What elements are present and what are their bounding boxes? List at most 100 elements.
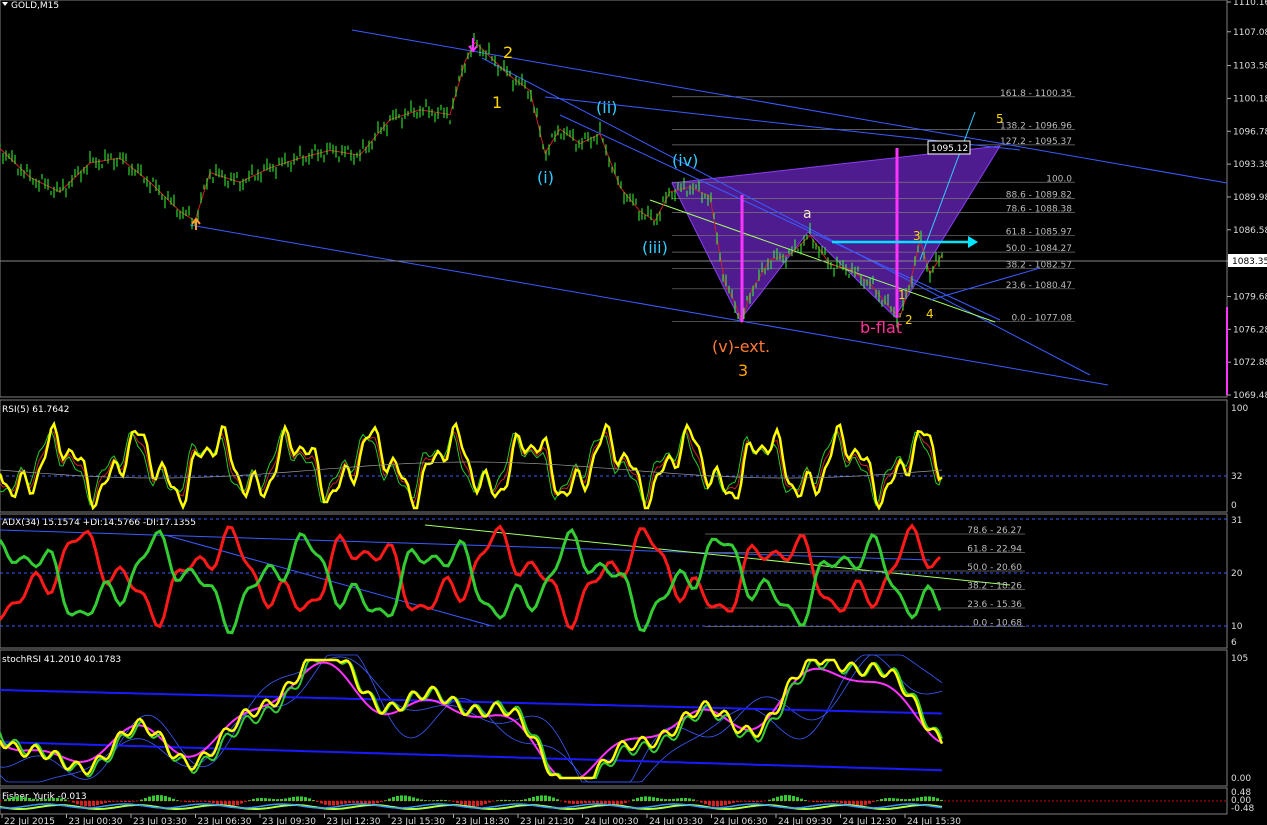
fisher-bar <box>780 795 783 801</box>
fisher-bar <box>544 795 547 801</box>
fisher-bar <box>664 799 667 801</box>
adx-tick-6: 6 <box>1231 638 1237 648</box>
fisher-bar <box>772 798 775 801</box>
fisher-bar <box>752 801 755 803</box>
price-tick-label: 1079.68 <box>1233 292 1267 302</box>
adx-fib-label: 38.2 - 18.26 <box>967 582 1022 592</box>
fisher-bar <box>672 798 675 801</box>
fisher-bar <box>836 801 839 803</box>
current-price-text: 1083.35 <box>1232 257 1267 267</box>
fisher-bar <box>516 800 519 801</box>
fisher-bar <box>788 795 791 801</box>
fisher-bar <box>312 800 315 801</box>
fisher-bar <box>252 798 255 801</box>
fisher-bar <box>8 797 11 801</box>
fisher-bar <box>236 801 239 806</box>
fisher-bar <box>816 801 819 803</box>
fisher-bar <box>720 801 723 807</box>
fisher-bar <box>576 801 579 804</box>
time-tick-label: 24 Jul 12:30 <box>843 817 897 825</box>
fisher-bar <box>708 801 711 806</box>
fisher-bar <box>336 801 339 806</box>
fisher-bar <box>936 798 939 801</box>
time-tick-label: 23 Jul 09:30 <box>262 817 316 825</box>
fisher-bar <box>704 801 707 805</box>
fisher-bar <box>476 801 479 807</box>
fisher-bar <box>324 801 327 805</box>
fisher-bar <box>140 799 143 801</box>
fisher-bar <box>436 799 439 801</box>
time-tick-label: 23 Jul 12:30 <box>327 817 381 825</box>
fisher-bar <box>416 798 419 801</box>
fisher-bar <box>820 801 823 803</box>
fisher-bar <box>192 801 195 803</box>
fisher-bar <box>640 796 643 801</box>
fisher-bar <box>112 801 115 802</box>
price-tick-label: 1072.88 <box>1233 358 1267 368</box>
fisher-bar <box>12 796 15 801</box>
fisher-bar <box>408 796 411 801</box>
fisher-bar <box>916 797 919 801</box>
fisher-bar <box>24 797 27 801</box>
fisher-bar <box>444 799 447 801</box>
price-tick-label: 1086.58 <box>1233 226 1267 236</box>
fisher-bar <box>268 798 271 801</box>
fisher-bar <box>460 801 463 805</box>
price-tick-label: 1096.78 <box>1233 127 1267 137</box>
fisher-bar <box>532 796 535 801</box>
symbol-title: GOLD,M15 <box>11 1 59 11</box>
fisher-bar <box>512 800 515 801</box>
time-tick-label: 23 Jul 06:30 <box>198 817 252 825</box>
fisher-bar <box>172 798 175 801</box>
fisher-bar <box>620 801 623 805</box>
fisher-bar <box>868 801 871 804</box>
fisher-bar <box>356 801 359 803</box>
fisher-bar <box>376 801 379 804</box>
time-tick-label: 24 Jul 06:30 <box>714 817 768 825</box>
fisher-bar <box>204 801 207 802</box>
fisher-bar <box>776 796 779 801</box>
fisher-bar <box>60 798 63 801</box>
fisher-bar <box>128 801 131 803</box>
wave-label-i: (i) <box>537 168 554 187</box>
sub-wave-4: 4 <box>926 307 934 321</box>
fisher-bar <box>72 801 75 803</box>
fisher-bar <box>572 801 575 805</box>
price-axis: 1110.16 1107.08 1103.58 1100.18 1096.78 1093.… <box>1227 0 1267 401</box>
wave-label-iii: (iii) <box>642 238 668 257</box>
time-tick-label: 23 Jul 03:30 <box>133 817 187 825</box>
wave-label-iv: (iv) <box>672 151 698 170</box>
fisher-bar <box>756 801 759 803</box>
fisher-bar <box>932 797 935 801</box>
time-tick-label: 24 Jul 00:30 <box>585 817 639 825</box>
fisher-bar <box>728 801 731 805</box>
sub-wave-2: 2 <box>905 313 913 327</box>
fisher-bar <box>28 798 31 801</box>
fisher-bar <box>80 801 83 806</box>
fisher-bar <box>132 801 135 802</box>
fisher-bar <box>432 800 435 801</box>
fisher-bar <box>732 801 735 803</box>
fisher-bar <box>748 801 751 802</box>
fisher-bar <box>828 801 831 802</box>
stoch-title: stochRSI 41.2010 40.1783 <box>2 655 121 665</box>
fisher-bar <box>388 798 391 801</box>
fib-level-label: 50.0 - 1084.27 <box>1006 244 1072 254</box>
title-row: GOLD,M15 <box>2 1 59 11</box>
fisher-bar <box>320 801 323 804</box>
fisher-bar <box>104 801 107 803</box>
fisher-bar <box>680 798 683 801</box>
fisher-bar <box>304 797 307 801</box>
fisher-bar <box>160 795 163 801</box>
fisher-bar <box>452 801 455 802</box>
fisher-bar <box>920 796 923 801</box>
fisher-bar <box>440 799 443 801</box>
fisher-bar <box>480 801 483 806</box>
fisher-bar <box>360 801 363 804</box>
fisher-bar <box>240 801 243 804</box>
fisher-bar <box>40 799 43 801</box>
fib-level-label: 88.6 - 1089.82 <box>1006 191 1072 201</box>
price-marker-text: 1095.12 <box>931 144 968 154</box>
fisher-bar <box>880 799 883 801</box>
fisher-bar <box>148 796 151 801</box>
